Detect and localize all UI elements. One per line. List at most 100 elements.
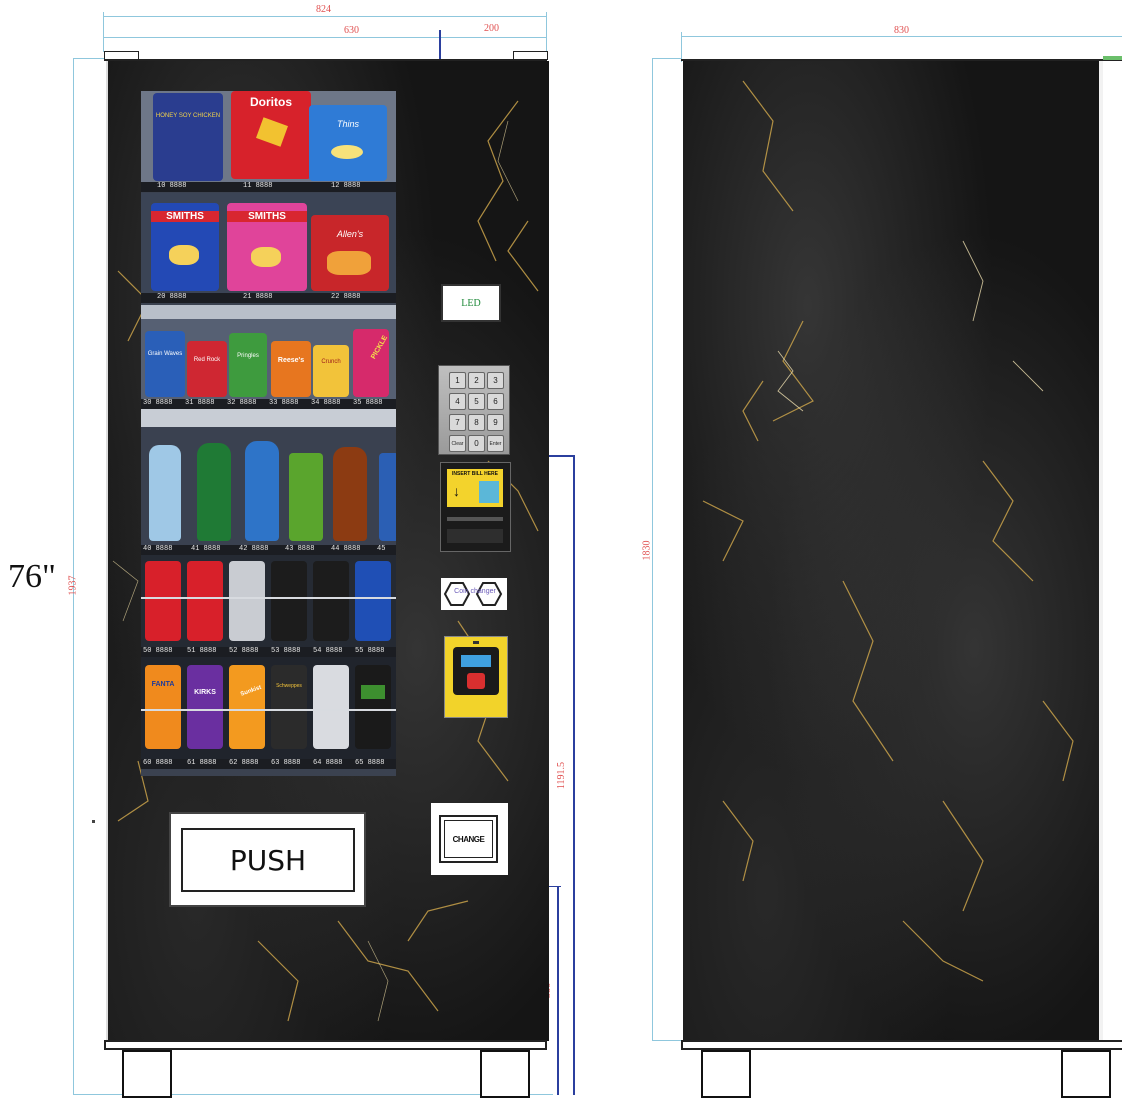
brand-label: Red Rock [193,357,221,363]
bill-slot[interactable] [447,517,503,521]
brand-label: Allen's [336,229,364,239]
keypad-key[interactable]: Clear [449,435,466,452]
cola-can [187,561,223,641]
brand-label: Schweppes [276,683,302,689]
schweppes-can: Schweppes [271,665,307,749]
change-box: CHANGE [431,803,508,875]
keypad-key[interactable]: 9 [487,414,504,431]
slot-label: 31 8888 [185,399,215,407]
card-graphic [461,655,491,667]
dim-cabinet-width: 630 [344,25,359,36]
slot-label: 51 8888 [187,647,217,655]
dim-navy-top [547,455,575,457]
dim-line-total-width [103,16,547,17]
chip-graphic [169,245,199,265]
brand-label: KIRKS [194,689,216,696]
keypad-key[interactable]: Enter [487,435,504,452]
slot-label: 10 8888 [157,182,187,190]
keypad-key[interactable]: 2 [468,372,485,389]
snack-bag: Red Rock [187,341,227,397]
snack-can: Pringles [229,333,267,397]
can-graphic [361,685,385,699]
slot-label: 22 8888 [331,293,361,301]
slot-label: 34 8888 [311,399,341,407]
fanta-can: FANTA [145,665,181,749]
brand-label: FANTA [151,681,175,688]
diet-cola-can [229,561,265,641]
slot-label: 11 8888 [243,182,273,190]
foot-left [122,1050,172,1098]
bill-acceptor-screen: INSERT BILL HERE ↓ [447,469,503,507]
chip-graphic [331,145,363,159]
keypad-key[interactable]: 3 [487,372,504,389]
slot-label: 42 8888 [239,545,269,553]
slot-label: 64 8888 [313,759,343,767]
keypad-key[interactable]: 1 [449,372,466,389]
foot-right [480,1050,530,1098]
slot-label: 21 8888 [243,293,273,301]
side-top-accent [1103,56,1122,60]
dim-tick [652,1040,682,1041]
keypad[interactable]: 1 2 3 4 5 6 7 8 9 Clear 0 Enter [438,365,510,455]
chip-graphic [251,247,281,267]
tea-bottle [333,447,367,541]
can-rail [141,597,396,599]
card-reader[interactable] [444,636,508,718]
card-reader-light [473,641,479,644]
snack-bag: Thins [309,105,387,181]
dim-line-mid-height [573,455,575,1095]
side-base [681,1040,1122,1050]
push-flap[interactable]: PUSH [169,812,366,907]
dim-line-cabinet-width [103,37,440,38]
soda-bottle [379,453,396,541]
sports-bottle [245,441,279,541]
keypad-key[interactable]: 6 [487,393,504,410]
brand-label: SMITHS [227,211,307,222]
keypad-key[interactable]: 5 [468,393,485,410]
dim-tick [103,12,104,52]
slot-label: 12 8888 [331,182,361,190]
dim-total-height: 1937 [67,575,79,596]
slot-label: 41 8888 [191,545,221,553]
dim-total-width: 824 [316,4,331,15]
keypad-key[interactable]: 7 [449,414,466,431]
brand-label: Doritos [250,95,292,109]
cola-can [145,561,181,641]
snack-bag: HONEY SOY CHICKEN [153,93,223,181]
side-edge-strip [1099,61,1103,1040]
keypad-key[interactable]: 0 [468,435,485,452]
change-button[interactable]: CHANGE [439,815,498,863]
chip-graphic [256,117,288,147]
dim-tick [546,12,547,52]
slot-label: 52 8888 [229,647,259,655]
tap-icon [467,673,485,689]
slot-label: 61 8888 [187,759,217,767]
product-window: HONEY SOY CHICKEN Doritos Thins 10 8888 … [141,91,396,776]
dim-line-right-width [681,36,1122,37]
cabinet-base [104,1040,547,1050]
snack-bag: Allen's [311,215,389,291]
brand-label: Grain Waves [147,351,183,357]
bill-acceptor-base [447,529,503,543]
can-rail [141,709,396,711]
kirks-can: KIRKS [187,665,223,749]
energy-can [289,453,323,541]
bill-acceptor[interactable]: INSERT BILL HERE ↓ [440,462,511,552]
dim-line-side-width [441,37,547,38]
water-bottle [149,445,181,541]
marble-veins [702,80,1074,982]
brand-label: Crunch [321,359,341,365]
coin-changer[interactable]: Coin changer [441,578,507,610]
arrow-down-icon: ↓ [453,483,460,499]
keypad-key[interactable]: 4 [449,393,466,410]
keypad-key[interactable]: 8 [468,414,485,431]
silver-can [313,665,349,749]
snack-bag: Doritos [231,91,311,179]
slot-label: 53 8888 [271,647,301,655]
slot-label: 63 8888 [271,759,301,767]
slot-label: 60 8888 [143,759,173,767]
price-strip-row-3: 30 8888 31 8888 32 8888 33 8888 34 8888 … [141,399,396,409]
shelf-gap [141,409,396,427]
slot-label: 32 8888 [227,399,257,407]
keypad-grid: 1 2 3 4 5 6 7 8 9 Clear 0 Enter [439,366,509,452]
